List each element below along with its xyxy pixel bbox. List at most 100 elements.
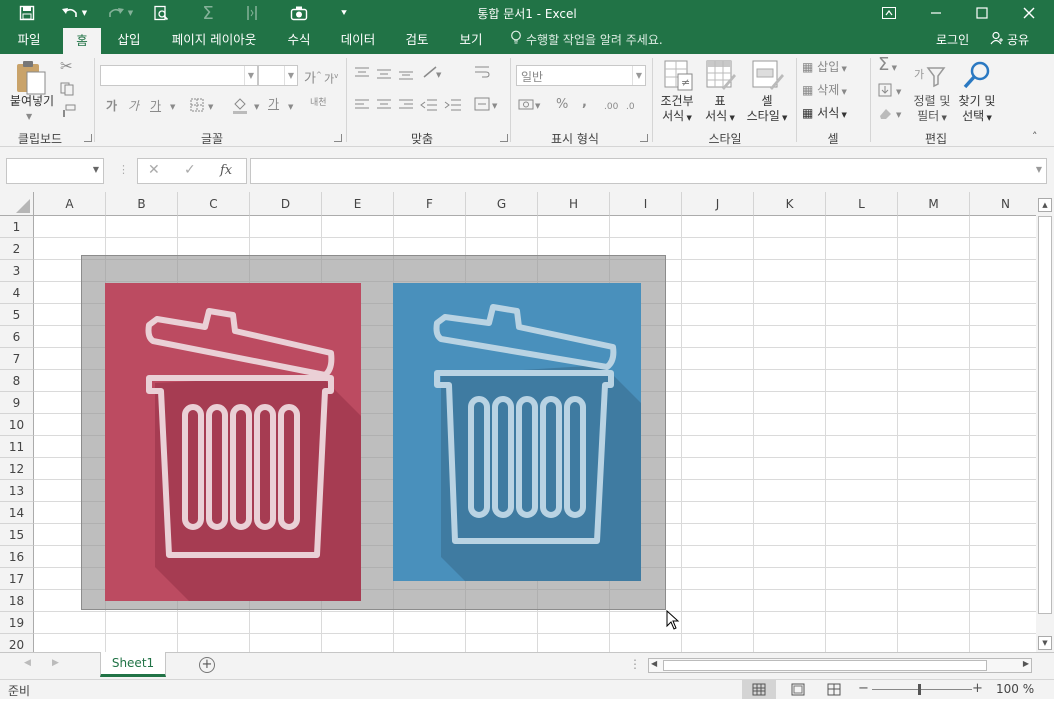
clear-icon[interactable]: ▼ (878, 106, 906, 123)
format-as-table-icon[interactable] (706, 60, 736, 95)
paste-icon[interactable] (14, 60, 48, 96)
font-color-icon[interactable]: 가 (268, 97, 279, 111)
zoom-slider-thumb[interactable] (918, 684, 921, 695)
column-header-b[interactable]: B (106, 192, 178, 216)
select-all-button[interactable] (0, 192, 34, 216)
cut-icon[interactable]: ✂ (60, 59, 73, 74)
underline-dropdown-icon[interactable]: ▼ (170, 100, 175, 114)
row-header-5[interactable]: 5 (0, 304, 34, 326)
scroll-left-icon[interactable]: ◀ (651, 659, 657, 668)
formula-input[interactable]: ▼ (250, 158, 1047, 184)
minimize-icon[interactable] (913, 0, 959, 26)
expand-formula-icon[interactable]: ▼ (1036, 165, 1042, 174)
font-launcher-icon[interactable] (334, 134, 342, 142)
format-as-table-label[interactable]: 표 서식 ▼ (700, 94, 740, 126)
trash-red-picture[interactable] (105, 283, 361, 601)
copy-icon[interactable] (60, 82, 76, 99)
formula-bar-grip-icon[interactable]: ⋮ (118, 163, 129, 176)
align-right-icon[interactable] (398, 98, 414, 115)
align-middle-icon[interactable] (376, 66, 392, 83)
row-header-7[interactable]: 7 (0, 348, 34, 370)
tab-view[interactable]: 보기 (450, 26, 492, 54)
column-header-n[interactable]: N (970, 192, 1036, 216)
row-header-12[interactable]: 12 (0, 458, 34, 480)
border-icon[interactable] (190, 98, 204, 115)
alignment-launcher-icon[interactable] (500, 134, 508, 142)
close-icon[interactable] (1006, 0, 1052, 26)
clipboard-launcher-icon[interactable] (84, 134, 92, 142)
column-header-j[interactable]: J (682, 192, 754, 216)
column-header-h[interactable]: H (538, 192, 610, 216)
tab-home[interactable]: 홈 (63, 28, 101, 54)
sort-filter-icon[interactable]: 가 (914, 60, 946, 95)
zoom-out-button[interactable]: − (858, 681, 869, 696)
paste-dropdown-icon[interactable]: ▼ (26, 110, 32, 124)
orientation-icon[interactable]: ▼ (422, 65, 444, 82)
cell-styles-icon[interactable] (752, 60, 784, 95)
row-header-1[interactable]: 1 (0, 216, 34, 238)
enter-icon[interactable]: ✓ (184, 162, 196, 178)
shrink-font-icon[interactable]: 가v (324, 69, 338, 87)
fill-dropdown-icon[interactable]: ▼ (254, 100, 259, 114)
splitter-grip-icon[interactable]: ⋮ (629, 657, 641, 671)
wrap-text-icon[interactable] (474, 65, 490, 82)
row-header-18[interactable]: 18 (0, 590, 34, 612)
cell-styles-label[interactable]: 셀 스타일 ▼ (740, 94, 794, 126)
align-bottom-icon[interactable] (398, 66, 414, 83)
tab-insert[interactable]: 삽입 (108, 26, 150, 54)
align-top-icon[interactable] (354, 66, 370, 83)
comma-button[interactable]: , (582, 96, 587, 110)
insert-function-button[interactable]: fx (220, 163, 232, 178)
horizontal-scrollbar[interactable]: ◀ ▶ (648, 658, 1032, 673)
font-color-dropdown-icon[interactable]: ▼ (288, 100, 293, 114)
sheet-tab-sheet1[interactable]: Sheet1 (100, 652, 166, 677)
fill-icon[interactable]: ▼ (878, 83, 906, 100)
row-header-11[interactable]: 11 (0, 436, 34, 458)
horizontal-scroll-thumb[interactable] (663, 660, 987, 671)
row-header-3[interactable]: 3 (0, 260, 34, 282)
chevron-down-icon[interactable]: ▼ (93, 165, 99, 174)
merge-center-icon[interactable]: ▼ (474, 97, 500, 114)
share-button[interactable]: 공유 (984, 29, 1035, 51)
column-header-i[interactable]: I (610, 192, 682, 216)
vertical-scrollbar[interactable]: ▲ ▼ (1036, 192, 1054, 652)
conditional-format-icon[interactable]: ≠ (664, 60, 694, 95)
number-launcher-icon[interactable] (640, 134, 648, 142)
next-sheet-icon[interactable]: ▶ (52, 658, 59, 668)
phonetic-icon[interactable]: 내천 (310, 96, 327, 110)
row-header-16[interactable]: 16 (0, 546, 34, 568)
page-layout-view-button[interactable] (784, 680, 812, 699)
format-painter-icon[interactable] (60, 104, 76, 121)
column-header-g[interactable]: G (466, 192, 538, 216)
row-header-17[interactable]: 17 (0, 568, 34, 590)
zoom-level[interactable]: 100 % (996, 682, 1034, 696)
align-left-icon[interactable] (354, 98, 370, 115)
conditional-format-label[interactable]: 조건부 서식 ▼ (656, 94, 698, 126)
scroll-up-icon[interactable]: ▲ (1038, 198, 1052, 212)
tab-page-layout[interactable]: 페이지 레이아웃 (162, 26, 266, 54)
row-header-8[interactable]: 8 (0, 370, 34, 392)
column-header-l[interactable]: L (826, 192, 898, 216)
vertical-scroll-thumb[interactable] (1038, 216, 1052, 614)
row-header-20[interactable]: 20 (0, 634, 34, 652)
selected-pictures-group[interactable] (81, 255, 666, 610)
number-format-dropdown[interactable]: 일반 ▼ (516, 65, 646, 86)
find-select-label[interactable]: 찾기 및 선택 ▼ (954, 94, 1000, 126)
tab-formulas[interactable]: 수식 (278, 26, 320, 54)
maximize-icon[interactable] (959, 0, 1005, 26)
trash-blue-picture[interactable] (393, 283, 641, 581)
column-header-f[interactable]: F (394, 192, 466, 216)
decrease-indent-icon[interactable] (420, 98, 438, 115)
border-dropdown-icon[interactable]: ▼ (208, 100, 213, 114)
find-select-icon[interactable] (962, 60, 994, 95)
page-break-view-button[interactable] (820, 680, 848, 699)
column-header-k[interactable]: K (754, 192, 826, 216)
column-header-a[interactable]: A (34, 192, 106, 216)
font-name-dropdown[interactable]: ▼ (100, 65, 258, 86)
bold-button[interactable]: 가 (106, 99, 117, 113)
collapse-ribbon-icon[interactable]: ˄ (1032, 130, 1038, 144)
paste-label[interactable]: 붙여넣기 (4, 94, 60, 109)
login-link[interactable]: 로그인 (936, 26, 969, 54)
fill-color-icon[interactable] (232, 96, 248, 117)
zoom-slider[interactable] (872, 689, 972, 690)
